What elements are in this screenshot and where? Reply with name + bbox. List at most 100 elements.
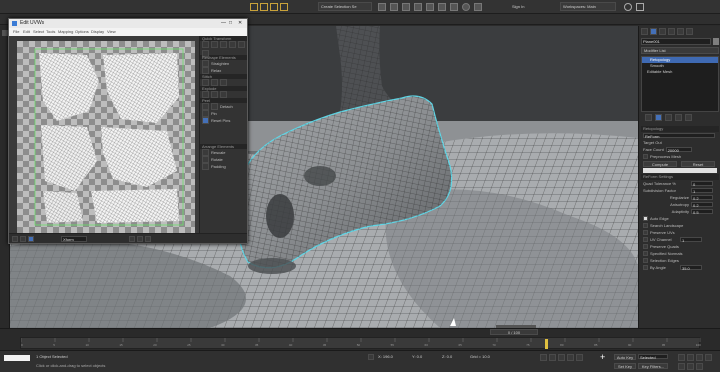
key-filters-button[interactable]: Key Filters... xyxy=(638,363,668,369)
pack-together-icon[interactable] xyxy=(202,156,209,163)
space-horizontal-icon[interactable] xyxy=(238,41,245,48)
quick-peel-icon[interactable] xyxy=(202,103,209,110)
hierarchy-tab-icon[interactable] xyxy=(659,28,666,35)
vertex-mode-icon[interactable] xyxy=(12,236,18,242)
menu-tools[interactable]: Tools xyxy=(46,29,55,34)
key-mode-dropdown[interactable]: Selected xyxy=(638,354,668,360)
pack-icon[interactable] xyxy=(202,149,209,156)
search-icon[interactable] xyxy=(636,3,644,11)
preserve-uvs-checkbox[interactable] xyxy=(643,230,648,235)
configure-sets-icon[interactable] xyxy=(685,114,692,121)
detach-edge-icon[interactable] xyxy=(211,91,218,98)
uv-channel-checkbox[interactable] xyxy=(643,237,648,242)
menu-select[interactable]: Select xyxy=(33,29,44,34)
menu-display[interactable]: Display xyxy=(91,29,104,34)
relax-icon[interactable] xyxy=(202,67,209,74)
auto-edge-checkbox[interactable] xyxy=(643,216,648,221)
time-slider[interactable]: 0 / 100 xyxy=(490,329,538,335)
menu-edit[interactable]: Edit xyxy=(23,29,30,34)
menu-file[interactable]: File xyxy=(13,29,19,34)
utilities-tab-icon[interactable] xyxy=(686,28,693,35)
create-tab-icon[interactable] xyxy=(641,28,648,35)
modifier-list-dropdown[interactable]: Modifier List xyxy=(641,47,719,54)
retopo-mode-dropdown[interactable]: ReForm xyxy=(643,133,715,139)
search-landscape-checkbox[interactable] xyxy=(643,223,648,228)
workspaces-dropdown[interactable]: Workspaces: Main xyxy=(560,2,616,11)
uv-channel-input[interactable]: 1 xyxy=(680,237,702,243)
uv-canvas[interactable] xyxy=(17,41,195,233)
percent-snap-icon[interactable] xyxy=(270,3,278,11)
display-tab-icon[interactable] xyxy=(677,28,684,35)
z-coordinate[interactable]: Z: 0.0 xyxy=(442,354,452,359)
zoom-all-icon[interactable] xyxy=(687,354,694,361)
menu-options[interactable]: Options xyxy=(75,29,89,34)
orbit-icon[interactable] xyxy=(687,363,694,370)
stitch-source-icon[interactable] xyxy=(220,79,227,86)
auto-key-button[interactable]: Auto Key xyxy=(614,354,636,360)
selection-edges-checkbox[interactable] xyxy=(643,258,648,263)
named-selection-dropdown[interactable]: Create Selection Se xyxy=(318,2,372,11)
render-setup-icon[interactable] xyxy=(450,3,458,11)
render-icon[interactable] xyxy=(474,3,482,11)
y-coordinate[interactable]: Y: 0.0 xyxy=(412,354,422,359)
adaptivity-input[interactable]: 0.5 xyxy=(691,209,713,215)
padding-icon[interactable] xyxy=(202,163,209,170)
spinner-snap-icon[interactable] xyxy=(280,3,288,11)
next-frame-icon[interactable] xyxy=(567,354,574,361)
edge-mode-icon[interactable] xyxy=(20,236,26,242)
stack-item-editable-mesh[interactable]: Editable Mesh xyxy=(642,69,718,75)
go-to-end-icon[interactable] xyxy=(576,354,583,361)
motion-tab-icon[interactable] xyxy=(668,28,675,35)
pan-icon[interactable] xyxy=(678,363,685,370)
play-icon[interactable] xyxy=(558,354,565,361)
preprocess-checkbox[interactable] xyxy=(643,154,648,159)
by-angle-input[interactable]: 35.0 xyxy=(680,265,702,271)
quad-tolerance-input[interactable]: 0 xyxy=(691,181,713,187)
pan-icon[interactable] xyxy=(137,236,143,242)
align-icon[interactable] xyxy=(390,3,398,11)
mirror-icon[interactable] xyxy=(378,3,386,11)
snap-2d-icon[interactable] xyxy=(250,3,258,11)
schematic-view-icon[interactable] xyxy=(426,3,434,11)
flatten-icon[interactable] xyxy=(220,91,227,98)
zoom-extents-icon[interactable] xyxy=(696,354,703,361)
track-bar[interactable]: 0 5 10 15 20 25 30 35 40 45 50 55 60 65 … xyxy=(20,337,701,349)
lock-selection-icon[interactable] xyxy=(368,354,374,360)
regularize-input[interactable]: 0.2 xyxy=(691,195,713,201)
rotate-ccw-icon[interactable] xyxy=(220,41,227,48)
reset-pins-icon[interactable] xyxy=(202,117,209,124)
help-icon[interactable] xyxy=(624,3,632,11)
straighten-icon[interactable] xyxy=(202,60,209,67)
face-mode-icon[interactable] xyxy=(28,236,34,242)
zoom-extents-icon[interactable] xyxy=(145,236,151,242)
material-editor-icon[interactable] xyxy=(438,3,446,11)
object-color-swatch[interactable] xyxy=(713,38,719,45)
angle-snap-icon[interactable] xyxy=(260,3,268,11)
show-end-result-icon[interactable] xyxy=(655,114,662,121)
zoom-icon[interactable] xyxy=(678,354,685,361)
stitch-average-icon[interactable] xyxy=(211,79,218,86)
preserve-quads-checkbox[interactable] xyxy=(643,244,648,249)
minimize-icon[interactable]: — xyxy=(221,20,226,26)
remove-modifier-icon[interactable] xyxy=(675,114,682,121)
menu-view[interactable]: View xyxy=(107,29,116,34)
curve-editor-icon[interactable] xyxy=(414,3,422,11)
object-name-field[interactable]: Plane001 xyxy=(641,38,711,45)
xform-field[interactable]: Xform xyxy=(61,236,87,242)
anisotropy-input[interactable]: 0.2 xyxy=(691,202,713,208)
layer-icon[interactable] xyxy=(402,3,410,11)
stitch-to-target-icon[interactable] xyxy=(202,79,209,86)
maximize-viewport-icon[interactable] xyxy=(696,363,703,370)
maximize-icon[interactable]: □ xyxy=(229,20,232,26)
align-horizontal-icon[interactable] xyxy=(202,41,209,48)
face-count-input[interactable]: 20000 xyxy=(665,147,692,153)
peel-mode-icon[interactable] xyxy=(211,103,218,110)
close-icon[interactable]: ✕ xyxy=(238,20,242,26)
menu-mapping[interactable]: Mapping xyxy=(58,29,73,34)
go-to-start-icon[interactable] xyxy=(540,354,547,361)
align-vertical-icon[interactable] xyxy=(211,41,218,48)
specified-normals-checkbox[interactable] xyxy=(643,251,648,256)
reset-button[interactable]: Reset xyxy=(681,160,715,167)
by-angle-checkbox[interactable] xyxy=(643,265,648,270)
maxscript-listener[interactable] xyxy=(4,355,30,361)
